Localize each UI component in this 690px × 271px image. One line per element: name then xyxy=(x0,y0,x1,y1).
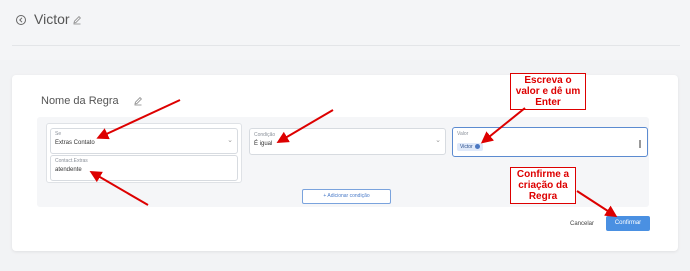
page-title: Victor xyxy=(34,11,70,27)
back-icon[interactable] xyxy=(15,14,27,26)
annotation-write-value: Escreva o valor e dê um Enter xyxy=(510,73,586,110)
se-label: Se xyxy=(55,131,62,137)
top-bar xyxy=(0,0,690,60)
chevron-down-icon: ⌄ xyxy=(435,137,441,144)
annotation-confirm-rule: Confirme a criação da Regra xyxy=(510,167,576,204)
condition-label: Condição xyxy=(254,132,276,138)
contact-extras-label: Contact.Extras xyxy=(55,158,88,164)
edit-rule-name-icon[interactable] xyxy=(133,96,143,106)
cancel-button[interactable]: Cancelar xyxy=(570,221,594,227)
condition-value: É igual xyxy=(254,141,273,147)
condition-select[interactable]: Condição É igual ⌄ xyxy=(249,128,446,155)
value-chip[interactable]: Victor xyxy=(457,143,483,151)
contact-extras-select[interactable]: Contact.Extras atendente xyxy=(50,155,238,181)
confirm-button[interactable]: Confirmar xyxy=(606,216,650,231)
scrollbar[interactable] xyxy=(639,140,641,148)
contact-extras-value: atendente xyxy=(55,167,82,173)
value-input[interactable]: Valor xyxy=(452,127,648,157)
edit-title-icon[interactable] xyxy=(72,15,82,25)
se-value: Extras Contato xyxy=(55,140,95,146)
value-label: Valor xyxy=(457,131,469,137)
chevron-down-icon: ⌄ xyxy=(227,137,233,144)
add-condition-button[interactable]: + Adicionar condição xyxy=(302,189,391,204)
value-chip-label: Victor xyxy=(460,144,473,150)
se-select[interactable]: Se Extras Contato ⌄ xyxy=(50,128,238,154)
header-divider xyxy=(12,45,680,46)
rule-name-label[interactable]: Nome da Regra xyxy=(41,95,119,107)
remove-chip-icon[interactable] xyxy=(474,144,480,150)
